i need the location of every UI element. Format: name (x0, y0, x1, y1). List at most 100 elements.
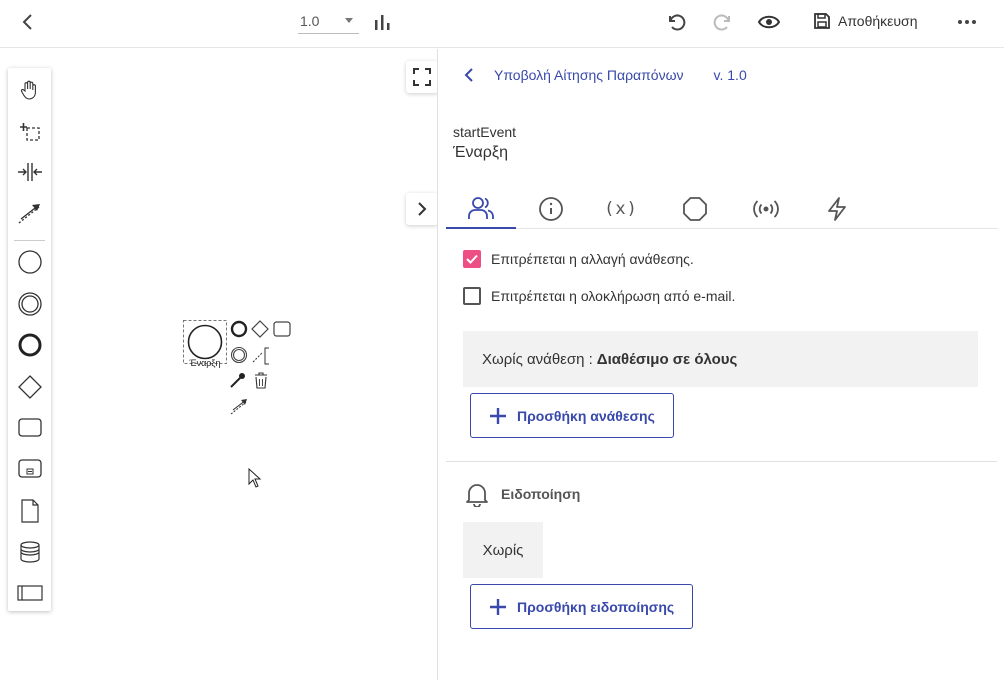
append-gateway-icon[interactable] (251, 320, 269, 338)
caret-down-icon (345, 18, 353, 23)
floppy-disk-icon (814, 13, 830, 29)
notification-heading: Ειδοποίηση (465, 481, 580, 507)
notification-value: Χωρίς (463, 522, 543, 578)
tab-info[interactable] (516, 189, 586, 229)
plus-icon (490, 598, 506, 615)
expand-panel-button[interactable] (406, 193, 438, 225)
palette-separator (14, 240, 45, 241)
lasso-tool[interactable] (8, 113, 51, 149)
hand-tool[interactable] (8, 72, 51, 108)
panel-header: Υποβολή Αίτησης Παραπόνων v. 1.0 (462, 63, 747, 87)
space-tool[interactable] (8, 154, 51, 190)
tab-stop-conditions[interactable] (660, 189, 730, 229)
fullscreen-button[interactable] (406, 61, 438, 93)
bell-icon (466, 484, 488, 507)
lightning-icon (828, 197, 846, 221)
top-toolbar: 1.0 Αποθήκευση (0, 0, 1004, 48)
bar-chart-icon (375, 15, 390, 30)
hand-icon (20, 80, 36, 100)
redo-icon (713, 14, 730, 31)
connect-arrow-icon[interactable] (230, 399, 247, 415)
gateway-diamond-icon (17, 375, 42, 399)
save-button[interactable]: Αποθήκευση (812, 8, 917, 34)
start-event-icon (17, 250, 42, 274)
global-connect-tool[interactable] (8, 195, 51, 231)
create-start-event[interactable] (8, 244, 51, 280)
create-subprocess[interactable] (8, 451, 51, 487)
end-event-icon (18, 333, 41, 357)
create-intermediate-event[interactable] (8, 286, 51, 322)
assignment-value: Διαθέσιμο σε όλους (596, 350, 738, 368)
create-pool[interactable] (8, 575, 51, 611)
add-notification-button[interactable]: Προσθήκη ειδοποίησης (470, 584, 694, 629)
chevron-left-icon[interactable] (462, 67, 476, 83)
start-event-label: Έναρξη (189, 358, 221, 368)
create-end-event[interactable] (8, 327, 51, 363)
data-object-icon (20, 499, 39, 523)
append-task-icon[interactable] (273, 321, 291, 337)
notification-heading-label: Ειδοποίηση (501, 486, 581, 502)
back-button[interactable] (16, 10, 40, 34)
undo-icon (669, 14, 686, 31)
version-select-value: 1.0 (300, 12, 320, 29)
assignment-prefix: Χωρίς ανάθεση : (482, 350, 593, 368)
broadcast-icon (753, 200, 779, 218)
checkbox-checked-icon[interactable] (463, 250, 481, 268)
pool-icon (16, 585, 43, 601)
checkbox-unchecked-icon[interactable] (463, 287, 481, 305)
connect-arrow-icon (18, 204, 40, 224)
add-assignment-button[interactable]: Προσθήκη ανάθεσης (470, 393, 674, 438)
allow-reassign-checkbox[interactable]: Επιτρέπεται η αλλαγή ανάθεσης. (463, 250, 694, 268)
change-type-wrench-icon[interactable] (230, 373, 245, 388)
tab-assignees[interactable] (446, 189, 516, 229)
element-name: Έναρξη (453, 144, 508, 161)
add-assignment-label: Προσθήκη ανάθεσης (517, 407, 655, 424)
save-button-label: Αποθήκευση (838, 13, 918, 29)
assignment-summary: Χωρίς ανάθεση : Διαθέσιμο σε όλους (463, 331, 978, 387)
tab-variables[interactable]: (x) (586, 189, 656, 229)
allow-email-complete-checkbox[interactable]: Επιτρέπεται η ολοκλήρωση από e-mail. (463, 287, 735, 305)
start-event-shape[interactable] (183, 320, 295, 420)
lasso-select-icon (19, 123, 40, 141)
intermediate-event-icon (17, 292, 42, 316)
section-divider (446, 461, 997, 462)
append-end-event-icon[interactable] (230, 320, 248, 338)
allow-email-complete-label: Επιτρέπεται η ολοκλήρωση από e-mail. (491, 288, 736, 304)
task-icon (17, 418, 42, 437)
version-select[interactable]: 1.0 (298, 8, 359, 34)
space-tool-icon (17, 163, 42, 181)
add-notification-label: Προσθήκη ειδοποίησης (517, 598, 675, 615)
tool-palette (8, 68, 51, 611)
append-text-annotation-icon[interactable] (252, 347, 269, 365)
preview-button[interactable] (756, 9, 782, 35)
variables-icon: (x) (604, 199, 638, 219)
create-gateway[interactable] (8, 369, 51, 405)
allow-reassign-label: Επιτρέπεται η αλλαγή ανάθεσης. (491, 251, 694, 267)
data-store-icon (19, 541, 40, 563)
append-intermediate-event-icon[interactable] (230, 346, 248, 364)
mouse-cursor-icon (248, 468, 262, 488)
tab-events[interactable] (802, 189, 872, 229)
properties-tabs: (x) (446, 189, 998, 229)
process-version: v. 1.0 (713, 67, 747, 83)
process-title[interactable]: Υποβολή Αίτησης Παραπόνων (494, 67, 684, 83)
more-horizontal-icon (958, 20, 976, 24)
subprocess-icon (17, 459, 42, 478)
delete-trash-icon[interactable] (255, 372, 267, 389)
chevron-right-icon (418, 202, 427, 216)
redo-button[interactable] (710, 9, 736, 35)
octagon-icon (683, 197, 707, 221)
plus-icon (490, 407, 506, 424)
tab-signals[interactable] (731, 189, 801, 229)
create-data-store[interactable] (8, 534, 51, 570)
statistics-button[interactable] (370, 10, 394, 34)
fullscreen-icon (413, 68, 431, 86)
create-data-object[interactable] (8, 493, 51, 529)
users-icon (468, 197, 494, 219)
eye-icon (757, 15, 781, 29)
chevron-left-icon (22, 14, 32, 30)
undo-button[interactable] (663, 9, 689, 35)
create-task[interactable] (8, 410, 51, 446)
more-options-button[interactable] (954, 10, 980, 34)
info-icon (539, 197, 563, 221)
